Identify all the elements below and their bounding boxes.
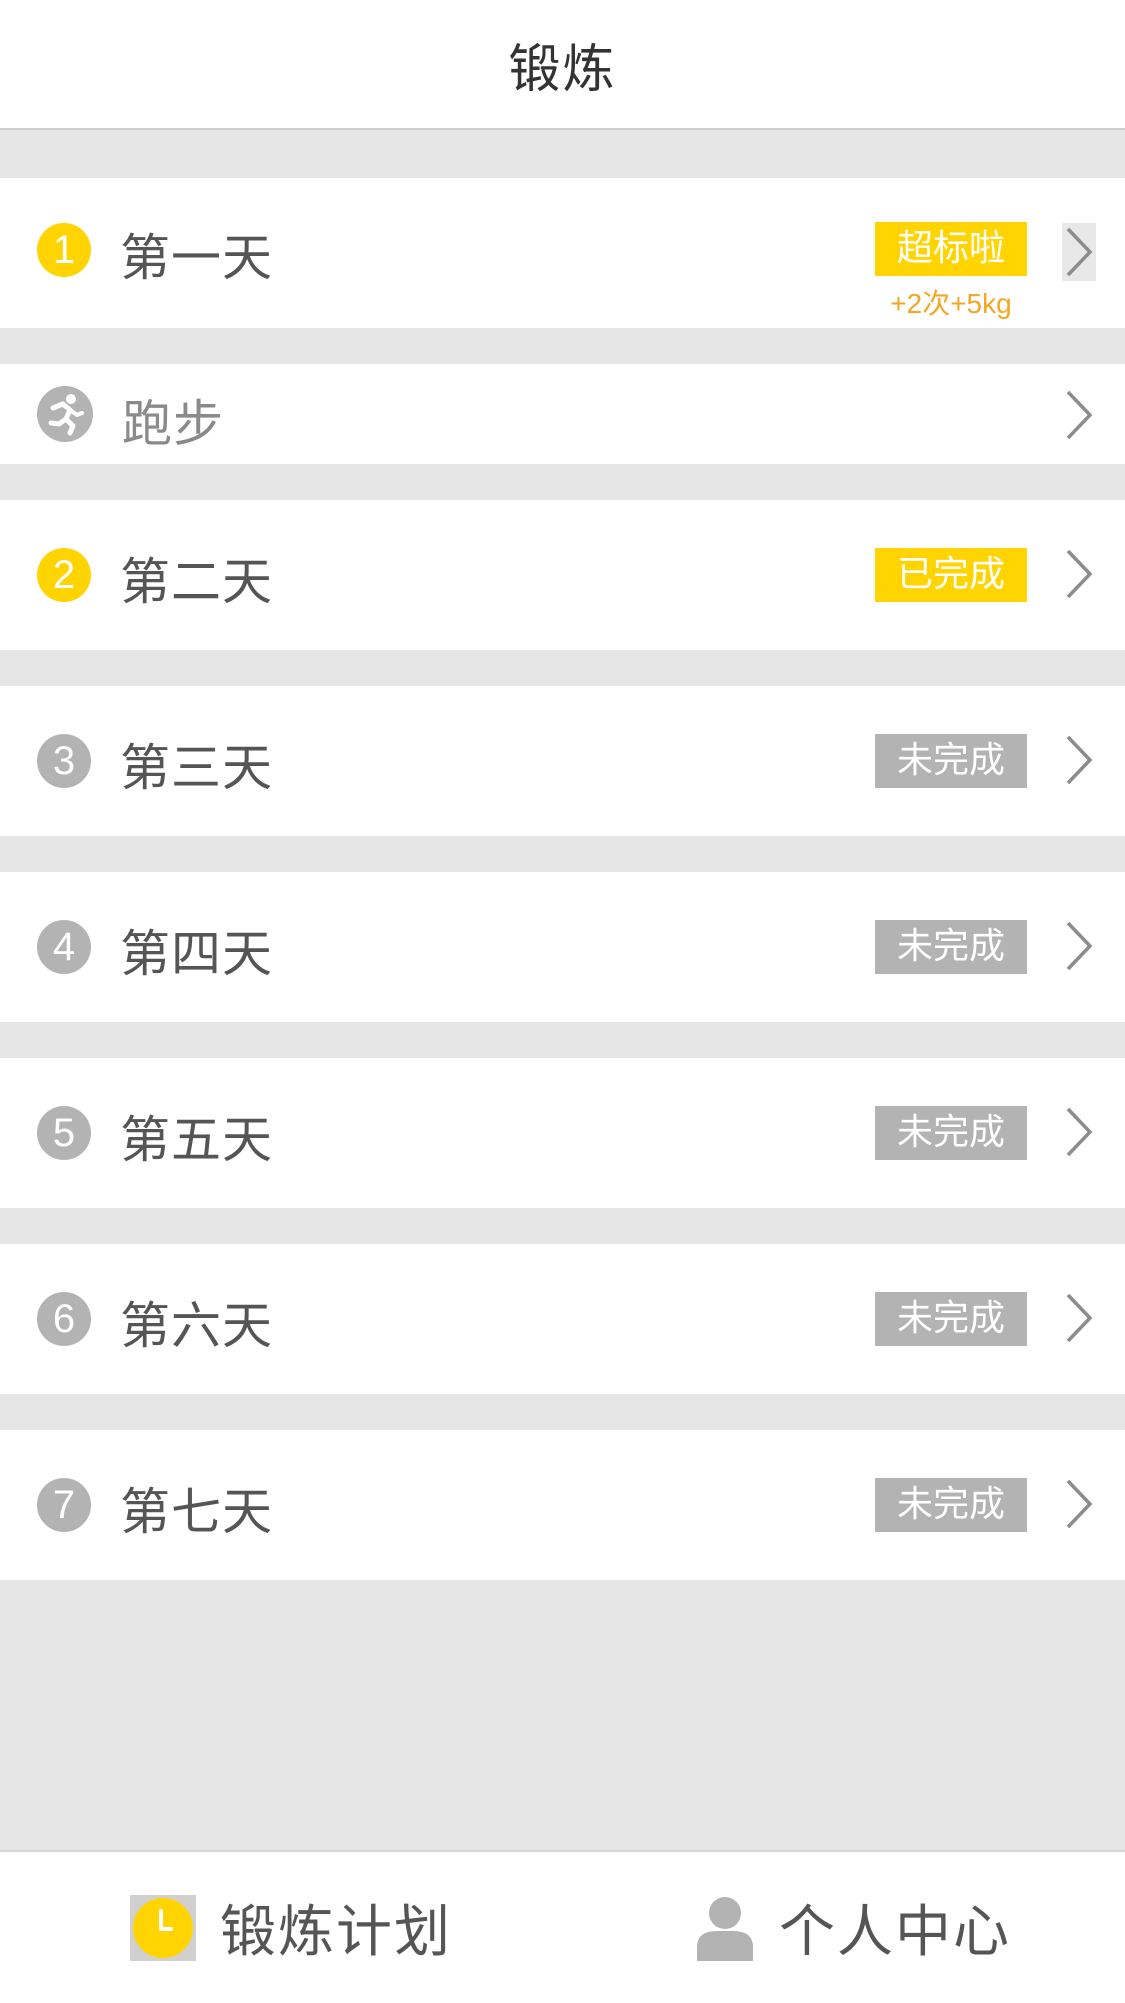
day-label: 第一天	[120, 229, 273, 287]
day-label: 第四天	[120, 925, 273, 983]
tab-profile[interactable]: 个人中心	[697, 1852, 1011, 2003]
status-badge-pending: 未完成	[875, 1106, 1027, 1160]
chevron-right-icon	[1066, 390, 1093, 440]
day-number-badge: 7	[37, 1478, 91, 1532]
chevron-right-icon	[1066, 549, 1093, 599]
chevron-right-icon	[1066, 1479, 1093, 1529]
day-label: 第六天	[120, 1297, 273, 1355]
running-label: 跑步	[122, 395, 224, 453]
tab-label: 锻炼计划	[220, 1900, 452, 1965]
day-number-badge: 4	[37, 920, 91, 974]
status-badge-pending: 未完成	[875, 734, 1027, 788]
status-badge-pending: 未完成	[875, 1292, 1027, 1346]
chevron-right-icon	[1066, 1107, 1093, 1157]
day-number-badge: 6	[37, 1292, 91, 1346]
status-badge-exceeded: 超标啦	[875, 222, 1027, 276]
clock-icon	[130, 1894, 196, 1961]
day-row-1[interactable]: 1 第一天 超标啦 +2次+5kg	[0, 178, 1125, 328]
day-row-5[interactable]: 5 第五天 未完成	[0, 1058, 1125, 1208]
day-number-badge: 5	[37, 1106, 91, 1160]
day-number-badge: 3	[37, 734, 91, 788]
day-number-badge: 1	[37, 223, 91, 277]
page: 锻炼 1 第一天 超标啦 +2次+5kg 跑步 2 第二天 已完成 3 第三天 …	[0, 0, 1125, 2003]
nav-bar: 锻炼	[0, 0, 1125, 130]
running-row[interactable]: 跑步	[0, 364, 1125, 464]
status-badge-pending: 未完成	[875, 1478, 1027, 1532]
day-label: 第五天	[120, 1111, 273, 1169]
status-badge-done: 已完成	[875, 548, 1027, 602]
day-row-2[interactable]: 2 第二天 已完成	[0, 500, 1125, 650]
tab-label: 个人中心	[779, 1900, 1011, 1965]
tab-workout-plan[interactable]: 锻炼计划	[130, 1852, 452, 2003]
day-row-4[interactable]: 4 第四天 未完成	[0, 872, 1125, 1022]
chevron-right-icon	[1066, 921, 1093, 971]
chevron-right-icon	[1066, 735, 1093, 785]
status-badge-pending: 未完成	[875, 920, 1027, 974]
chevron-right-icon	[1066, 1293, 1093, 1343]
day-label: 第七天	[120, 1483, 273, 1541]
day-label: 第三天	[120, 739, 273, 797]
running-icon	[37, 386, 93, 442]
user-icon	[697, 1896, 753, 1961]
chevron-right-icon	[1062, 223, 1096, 281]
day-row-3[interactable]: 3 第三天 未完成	[0, 686, 1125, 836]
page-title: 锻炼	[508, 39, 617, 100]
exceeded-detail: +2次+5kg	[890, 288, 1012, 319]
day-row-7[interactable]: 7 第七天 未完成	[0, 1430, 1125, 1580]
tab-bar: 锻炼计划 个人中心	[0, 1850, 1125, 2003]
day-row-6[interactable]: 6 第六天 未完成	[0, 1244, 1125, 1394]
day-number-badge: 2	[37, 548, 91, 602]
day-label: 第二天	[120, 553, 273, 611]
